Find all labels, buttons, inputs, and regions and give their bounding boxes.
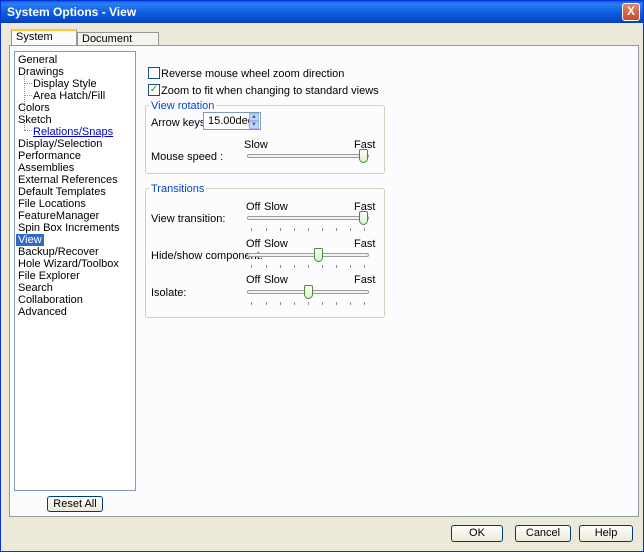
- slider-tick: [350, 265, 351, 268]
- slider-tick: [350, 228, 351, 231]
- tree-item-spin-box-increments[interactable]: Spin Box Increments: [18, 222, 120, 234]
- tree-item-drawings[interactable]: Drawings: [18, 66, 64, 78]
- reset-all-button[interactable]: Reset All: [47, 496, 103, 512]
- hide-show-fast-label: Fast: [354, 238, 376, 250]
- spin-up-icon[interactable]: ▲: [249, 113, 259, 121]
- ok-button[interactable]: OK: [451, 525, 503, 542]
- slider-tick: [251, 228, 252, 231]
- slider-tick: [308, 265, 309, 268]
- tree-item-relations-snaps[interactable]: Relations/Snaps: [33, 126, 113, 138]
- hide-show-component-slider-thumb[interactable]: [314, 248, 323, 262]
- close-button[interactable]: X: [622, 3, 640, 21]
- tree-item-sketch[interactable]: Sketch: [18, 114, 52, 126]
- system-options-dialog: System Options - View X System Options D…: [0, 0, 644, 552]
- title-bar[interactable]: System Options - View X: [1, 1, 643, 23]
- tree-connector: [24, 83, 32, 84]
- tree-item-external-references[interactable]: External References: [18, 174, 118, 186]
- slider-tick: [308, 228, 309, 231]
- tree-item-display-style[interactable]: Display Style: [33, 78, 97, 90]
- hide-show-component-slider[interactable]: [247, 253, 369, 257]
- tree-item-collaboration[interactable]: Collaboration: [18, 294, 83, 306]
- options-tree[interactable]: General Drawings Display Style Area Hatc…: [14, 51, 136, 491]
- spin-down-icon[interactable]: ▼: [249, 121, 259, 129]
- tree-item-view[interactable]: View: [16, 234, 44, 246]
- mouse-speed-slow-label: Slow: [244, 139, 268, 151]
- tree-item-assemblies[interactable]: Assemblies: [18, 162, 74, 174]
- slider-tick: [308, 302, 309, 305]
- reverse-wheel-label: Reverse mouse wheel zoom direction: [161, 68, 345, 80]
- tree-item-advanced[interactable]: Advanced: [18, 306, 67, 318]
- view-rotation-title: View rotation: [149, 100, 217, 112]
- isolate-slider-thumb[interactable]: [304, 285, 313, 299]
- slider-tick: [364, 302, 365, 305]
- view-transition-label: View transition:: [151, 213, 226, 225]
- slider-tick: [364, 228, 365, 231]
- tree-item-featuremanager[interactable]: FeatureManager: [18, 210, 99, 222]
- slider-tick: [294, 265, 295, 268]
- slider-tick: [322, 228, 323, 231]
- slider-tick: [336, 228, 337, 231]
- view-transition-slider[interactable]: [247, 216, 369, 220]
- slider-tick: [251, 265, 252, 268]
- tree-item-area-hatch-fill[interactable]: Area Hatch/Fill: [33, 90, 105, 102]
- mouse-speed-label: Mouse speed :: [151, 151, 224, 163]
- slider-tick: [266, 228, 267, 231]
- slider-tick: [322, 265, 323, 268]
- arrow-keys-value: 15.00deg: [208, 115, 254, 127]
- mouse-speed-slider-thumb[interactable]: [359, 149, 368, 163]
- tree-item-colors[interactable]: Colors: [18, 102, 50, 114]
- slider-tick: [294, 302, 295, 305]
- isolate-fast-label: Fast: [354, 274, 376, 286]
- slider-tick: [322, 302, 323, 305]
- tab-system-options[interactable]: System Options: [11, 29, 77, 56]
- view-transition-off-label: Off: [246, 201, 261, 213]
- hide-show-component-label: Hide/show component:: [151, 250, 263, 262]
- help-button[interactable]: Help: [579, 525, 633, 542]
- tree-item-display-selection[interactable]: Display/Selection: [18, 138, 102, 150]
- reverse-wheel-checkbox[interactable]: [148, 67, 160, 79]
- tree-item-file-explorer[interactable]: File Explorer: [18, 270, 80, 282]
- isolate-slow-label: Slow: [264, 274, 288, 286]
- tree-item-search[interactable]: Search: [18, 282, 53, 294]
- slider-tick: [280, 228, 281, 231]
- slider-tick: [364, 265, 365, 268]
- tree-item-default-templates[interactable]: Default Templates: [18, 186, 106, 198]
- tree-item-general[interactable]: General: [18, 54, 57, 66]
- tree-connector: [24, 95, 32, 96]
- slider-tick: [266, 302, 267, 305]
- zoom-to-fit-checkbox[interactable]: ✓: [148, 84, 160, 96]
- slider-tick: [266, 265, 267, 268]
- slider-tick: [280, 302, 281, 305]
- mouse-speed-slider[interactable]: [247, 154, 369, 158]
- window-title: System Options - View: [7, 5, 137, 19]
- view-transition-slider-thumb[interactable]: [359, 211, 368, 225]
- tree-item-backup-recover[interactable]: Backup/Recover: [18, 246, 99, 258]
- slider-tick: [336, 302, 337, 305]
- hide-show-slow-label: Slow: [264, 238, 288, 250]
- hide-show-off-label: Off: [246, 238, 261, 250]
- cancel-button[interactable]: Cancel: [515, 525, 571, 542]
- tree-item-performance[interactable]: Performance: [18, 150, 81, 162]
- slider-tick: [280, 265, 281, 268]
- zoom-to-fit-label: Zoom to fit when changing to standard vi…: [161, 85, 379, 97]
- isolate-label: Isolate:: [151, 287, 187, 299]
- slider-tick: [336, 265, 337, 268]
- slider-tick: [294, 228, 295, 231]
- view-transition-slow-label: Slow: [264, 201, 288, 213]
- slider-tick: [251, 302, 252, 305]
- tree-connector: [24, 130, 32, 131]
- transitions-title: Transitions: [149, 183, 207, 195]
- isolate-off-label: Off: [246, 274, 261, 286]
- tree-item-file-locations[interactable]: File Locations: [18, 198, 86, 210]
- tree-item-hole-wizard-toolbox[interactable]: Hole Wizard/Toolbox: [18, 258, 119, 270]
- slider-tick: [350, 302, 351, 305]
